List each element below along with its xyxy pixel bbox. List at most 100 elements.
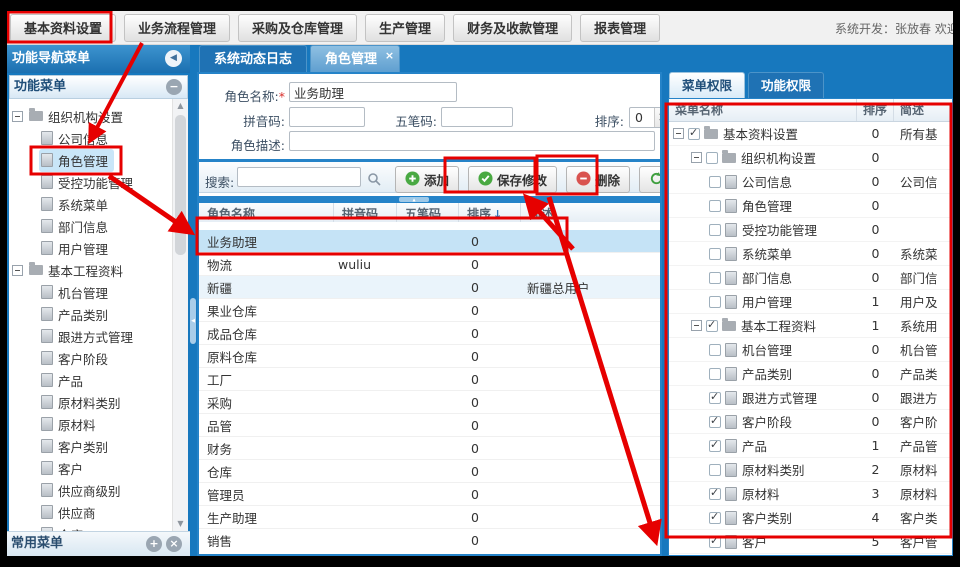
tree-collapse-icon[interactable]: [673, 128, 684, 139]
sidebar-item[interactable]: 组织机构设置: [9, 105, 188, 127]
sidebar-item[interactable]: 客户: [9, 457, 188, 479]
minus-icon[interactable]: −: [166, 79, 182, 95]
table-row[interactable]: 采购0: [199, 391, 660, 414]
sidebar-item[interactable]: 部门信息: [9, 215, 188, 237]
sidebar-item[interactable]: 仓库: [9, 523, 188, 531]
col-desc[interactable]: 简述: [521, 203, 660, 222]
table-row[interactable]: 品管0: [199, 414, 660, 437]
col-menu-desc[interactable]: 简述: [894, 99, 952, 121]
tree-collapse-icon[interactable]: [12, 111, 23, 122]
permission-checkbox[interactable]: [706, 152, 718, 164]
role-desc-input[interactable]: [289, 131, 655, 151]
pinyin-input[interactable]: [289, 107, 365, 127]
permission-row[interactable]: 用户管理1用户及: [669, 290, 952, 314]
permission-row[interactable]: 组织机构设置0: [669, 146, 952, 170]
permission-row[interactable]: 客户5客户管: [669, 530, 952, 554]
stepper-arrows-icon[interactable]: ▲▼: [654, 108, 662, 127]
permission-row[interactable]: 客户类别4客户类: [669, 506, 952, 530]
menu-item-2[interactable]: 业务流程管理: [124, 14, 230, 42]
permission-checkbox[interactable]: [709, 512, 721, 524]
permission-row[interactable]: 受控功能管理0: [669, 218, 952, 242]
menu-item-5[interactable]: 财务及收款管理: [453, 14, 572, 42]
sidebar-item[interactable]: 角色管理: [9, 149, 188, 171]
add-button[interactable]: 添加: [395, 166, 459, 193]
permission-checkbox[interactable]: [709, 416, 721, 428]
tab-function-permissions[interactable]: 功能权限: [748, 72, 824, 98]
menu-item-6[interactable]: 报表管理: [580, 14, 660, 42]
table-row[interactable]: 业务助理0: [199, 230, 660, 253]
horizontal-splitter[interactable]: ▲: [199, 196, 660, 203]
sidebar-item[interactable]: 原材料类别: [9, 391, 188, 413]
permission-checkbox[interactable]: [709, 344, 721, 356]
sidebar-item[interactable]: 受控功能管理: [9, 171, 188, 193]
col-menu-name[interactable]: 菜单名称: [669, 99, 857, 121]
sidebar-item[interactable]: 客户类别: [9, 435, 188, 457]
permission-row[interactable]: 角色管理0: [669, 194, 952, 218]
tab-system-log[interactable]: 系统动态日志: [199, 45, 307, 72]
sidebar-item[interactable]: 供应商: [9, 501, 188, 523]
tab-role-management[interactable]: 角色管理 ×: [310, 45, 400, 72]
tree-collapse-icon[interactable]: [691, 320, 702, 331]
permission-checkbox[interactable]: [709, 176, 721, 188]
menu-item-1[interactable]: 基本资料设置: [10, 14, 116, 42]
permission-checkbox[interactable]: [709, 368, 721, 380]
search-icon[interactable]: [367, 171, 381, 190]
tree-collapse-icon[interactable]: [691, 152, 702, 163]
permission-checkbox[interactable]: [709, 224, 721, 236]
sidebar-section-header[interactable]: 功能菜单 −: [9, 75, 188, 99]
table-row[interactable]: 成品仓库0: [199, 322, 660, 345]
reset-form-button[interactable]: 重置表单: [639, 166, 662, 193]
col-menu-sort[interactable]: 排序: [857, 99, 894, 121]
permission-row[interactable]: 部门信息0部门信: [669, 266, 952, 290]
permission-row[interactable]: 客户阶段0客户阶: [669, 410, 952, 434]
permission-checkbox[interactable]: [709, 200, 721, 212]
permission-checkbox[interactable]: [709, 296, 721, 308]
wubi-input[interactable]: [441, 107, 513, 127]
sidebar-item[interactable]: 用户管理: [9, 237, 188, 259]
permission-row[interactable]: 基本工程资料1系统用: [669, 314, 952, 338]
permission-checkbox[interactable]: [709, 248, 721, 260]
splitter-collapse-icon[interactable]: ◀: [190, 298, 196, 344]
sidebar-footer[interactable]: 常用菜单 + ×: [7, 531, 190, 556]
menu-item-3[interactable]: 采购及仓库管理: [238, 14, 357, 42]
sidebar-collapse-icon[interactable]: ◀: [165, 50, 182, 67]
sidebar-item[interactable]: 产品类别: [9, 303, 188, 325]
table-row[interactable]: 原料仓库0: [199, 345, 660, 368]
table-row[interactable]: 果业仓库0: [199, 299, 660, 322]
table-row[interactable]: 仓库0: [199, 460, 660, 483]
permission-checkbox[interactable]: [706, 320, 718, 332]
splitter-handle[interactable]: ▲: [399, 197, 429, 202]
table-row[interactable]: 新疆0新疆总用户: [199, 276, 660, 299]
sort-stepper[interactable]: 0 ▲▼: [629, 107, 662, 128]
tree-collapse-icon[interactable]: [12, 265, 23, 276]
sidebar-item[interactable]: 系统菜单: [9, 193, 188, 215]
col-wubi[interactable]: 五笔码: [397, 203, 459, 222]
plus-icon[interactable]: +: [146, 536, 162, 552]
table-row[interactable]: 生产助理0: [199, 506, 660, 529]
permission-checkbox[interactable]: [688, 128, 700, 140]
permission-row[interactable]: 跟进方式管理0跟进方: [669, 386, 952, 410]
sidebar-item[interactable]: 跟进方式管理: [9, 325, 188, 347]
sidebar-item[interactable]: 客户阶段: [9, 347, 188, 369]
sidebar-item[interactable]: 基本工程资料: [9, 259, 188, 281]
save-button[interactable]: 保存修改: [468, 166, 557, 193]
permission-checkbox[interactable]: [709, 464, 721, 476]
sidebar-item[interactable]: 公司信息: [9, 127, 188, 149]
permission-row[interactable]: 供应商级别6供应商: [669, 554, 952, 556]
permission-row[interactable]: 公司信息0公司信: [669, 170, 952, 194]
permission-row[interactable]: 机台管理0机台管: [669, 338, 952, 362]
permission-row[interactable]: 原材料3原材料: [669, 482, 952, 506]
permission-row[interactable]: 原材料类别2原材料: [669, 458, 952, 482]
permission-row[interactable]: 基本资料设置0所有基: [669, 122, 952, 146]
close-icon[interactable]: ×: [166, 536, 182, 552]
table-row[interactable]: 财务0: [199, 437, 660, 460]
scroll-up-icon[interactable]: ▲: [173, 99, 188, 113]
permission-checkbox[interactable]: [709, 440, 721, 452]
menu-item-4[interactable]: 生产管理: [365, 14, 445, 42]
scroll-down-icon[interactable]: ▼: [173, 517, 188, 531]
delete-button[interactable]: 删除: [566, 166, 630, 193]
sidebar-item[interactable]: 原材料: [9, 413, 188, 435]
permission-checkbox[interactable]: [709, 488, 721, 500]
table-row[interactable]: 工厂0: [199, 368, 660, 391]
permission-checkbox[interactable]: [709, 272, 721, 284]
